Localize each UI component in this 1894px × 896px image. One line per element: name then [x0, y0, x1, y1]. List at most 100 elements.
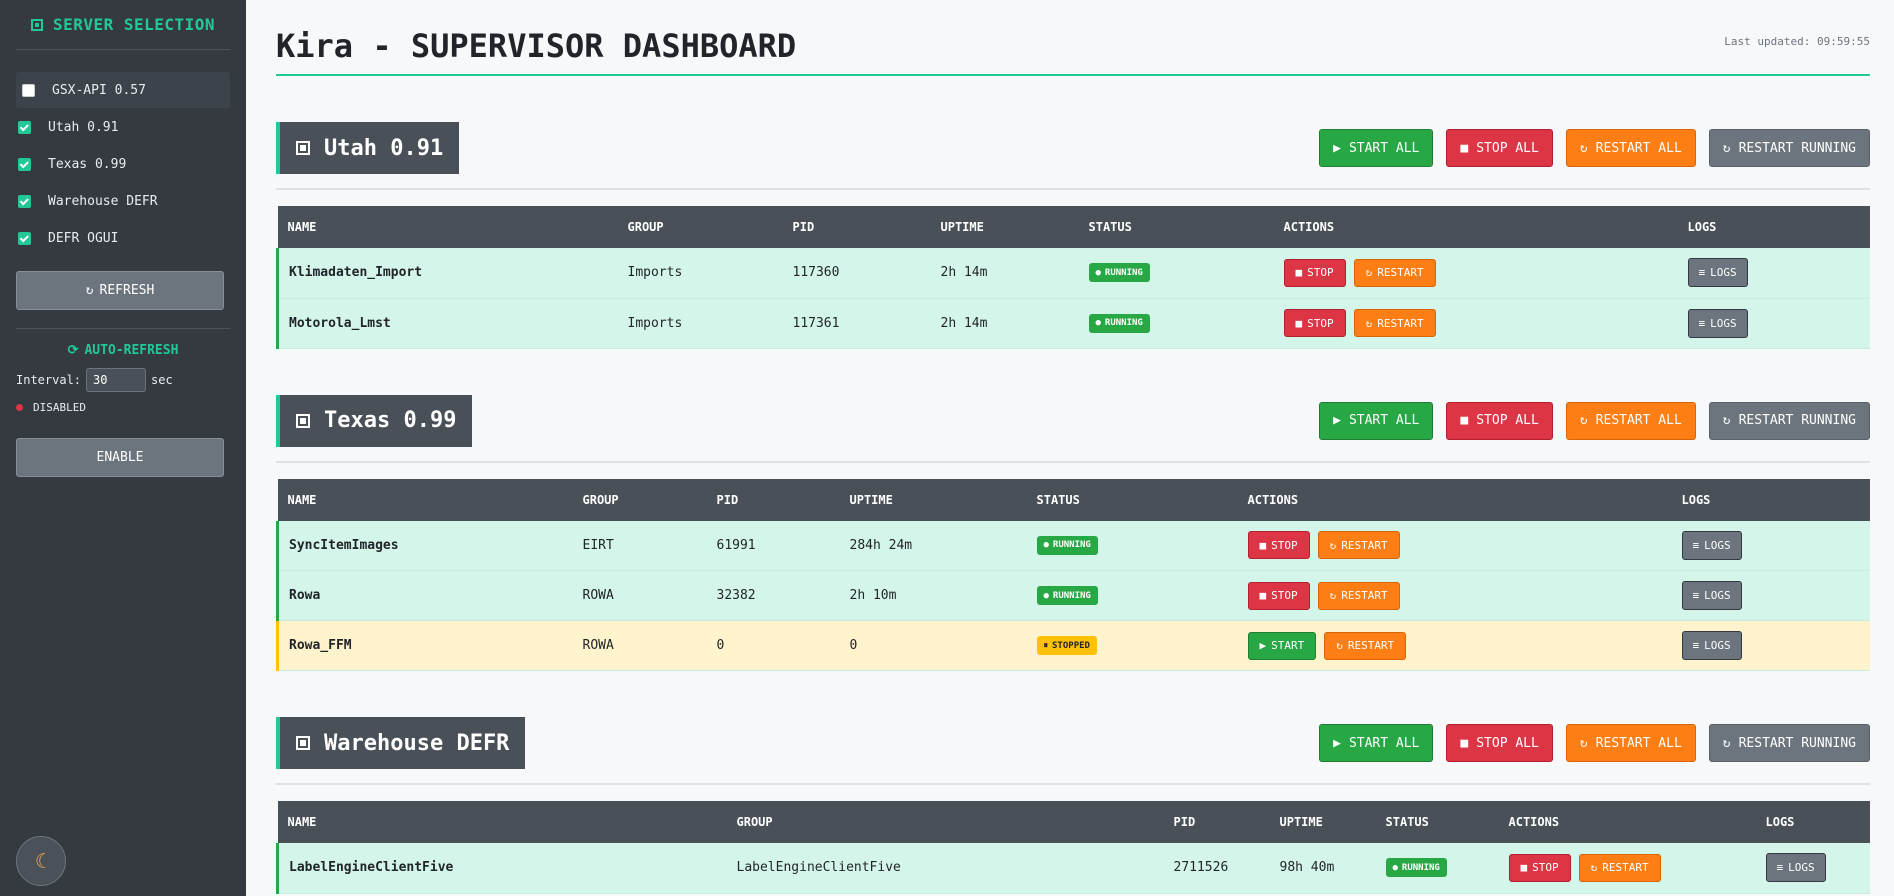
restart-button[interactable]: ↻ RESTART: [1578, 853, 1661, 882]
server-icon: [296, 413, 310, 428]
restart-button[interactable]: ↻ RESTART: [1324, 631, 1407, 660]
process-group: ROWA: [582, 638, 614, 653]
column-header: GROUP: [582, 492, 619, 507]
status-badge: ● RUNNING: [1088, 263, 1150, 283]
theme-toggle-button[interactable]: ☾: [16, 836, 66, 886]
checkbox[interactable]: [22, 83, 35, 97]
server-option-defr-ogui[interactable]: DEFR OGUI: [16, 220, 230, 256]
status-badge: ● RUNNING: [1088, 313, 1150, 333]
restart-all-button[interactable]: ↻ RESTART ALL: [1565, 401, 1696, 440]
divider: [16, 328, 230, 329]
start-button[interactable]: ▶ START: [1247, 631, 1317, 660]
logs-button[interactable]: ≡ LOGS: [1687, 308, 1748, 338]
server-option-utah[interactable]: Utah 0.91: [16, 109, 230, 145]
logs-label: LOGS: [1710, 316, 1737, 330]
restart-all-label: RESTART ALL: [1595, 140, 1682, 156]
restart-label: RESTART: [1377, 266, 1424, 280]
enable-button[interactable]: ENABLE: [16, 438, 224, 477]
interval-label: Interval:: [16, 373, 82, 387]
stop-button[interactable]: ■ STOP: [1247, 581, 1310, 610]
bulk-actions: ▶ START ALL ■ STOP ALL ↻ RESTART ALL ↻ RESTA…: [1319, 129, 1870, 167]
list-icon: ≡: [1692, 538, 1700, 552]
stop-all-button[interactable]: ■ STOP ALL: [1446, 724, 1553, 762]
server-option-label: DEFR OGUI: [48, 230, 119, 246]
column-header: STATUS: [1036, 492, 1080, 507]
column-header: ACTIONS: [1508, 815, 1560, 829]
restart-running-button[interactable]: ↻ RESTART RUNNING: [1708, 724, 1870, 762]
server-option-texas[interactable]: Texas 0.99: [16, 146, 230, 182]
logs-label: LOGS: [1704, 639, 1731, 652]
restart-button[interactable]: ↻ RESTART: [1317, 581, 1400, 610]
checkbox[interactable]: [18, 194, 31, 208]
table-row: LabelEngineClientFive LabelEngineClientF…: [276, 843, 1870, 893]
interval-unit: sec: [151, 373, 173, 387]
restart-button[interactable]: ↻ RESTART: [1353, 309, 1436, 337]
interval-input[interactable]: [86, 368, 147, 392]
column-header: LOGS: [1765, 815, 1795, 829]
process-group: LabelEngineClientFive: [736, 860, 901, 876]
bulk-actions: ▶ START ALL ■ STOP ALL ↻ RESTART ALL ↻ RESTA…: [1319, 724, 1870, 762]
refresh-button[interactable]: ↻ REFRESH: [16, 271, 224, 310]
restart-label: RESTART: [1341, 538, 1388, 552]
checkbox[interactable]: [18, 120, 31, 134]
actions-cell: ■ STOP ↻ RESTART: [1238, 521, 1672, 571]
column-header: NAME: [287, 492, 317, 507]
restart-all-button[interactable]: ↻ RESTART ALL: [1565, 129, 1696, 167]
last-updated: Last updated: 09:59:55: [1724, 35, 1870, 48]
restart-all-button[interactable]: ↻ RESTART ALL: [1565, 724, 1696, 762]
restart-running-label: RESTART RUNNING: [1738, 735, 1856, 751]
process-table: NAME GROUP PID UPTIME STATUS ACTIONS LOG…: [276, 801, 1870, 894]
auto-refresh-status: DISABLED: [16, 401, 230, 414]
stop-all-button[interactable]: ■ STOP ALL: [1446, 129, 1553, 167]
server-option-gsx-api[interactable]: GSX-API 0.57: [16, 72, 230, 108]
column-header: ACTIONS: [1247, 492, 1299, 507]
stop-label: STOP: [1307, 266, 1334, 280]
logs-cell: ≡ LOGS: [1678, 298, 1871, 348]
stop-icon: ■: [1460, 735, 1469, 751]
restart-all-label: RESTART ALL: [1595, 735, 1682, 751]
column-header: STATUS: [1385, 815, 1429, 829]
stop-button[interactable]: ■ STOP: [1283, 258, 1346, 287]
restart-button[interactable]: ↻ RESTART: [1353, 258, 1436, 287]
stop-all-button[interactable]: ■ STOP ALL: [1446, 401, 1553, 440]
status-text: RUNNING: [1052, 540, 1091, 551]
process-pid: 117360: [792, 265, 840, 281]
server-option-label: Texas 0.99: [48, 156, 127, 172]
restart-icon: ↻: [1329, 538, 1337, 552]
server-section-texas: Texas 0.99 ▶ START ALL ■ STOP ALL ↻ RESTART…: [276, 394, 1870, 672]
logs-button[interactable]: ≡ LOGS: [1681, 530, 1742, 560]
server-option-warehouse-defr[interactable]: Warehouse DEFR: [16, 183, 230, 219]
stop-button[interactable]: ■ STOP: [1247, 531, 1310, 560]
logs-button[interactable]: ≡ LOGS: [1681, 631, 1742, 660]
restart-icon: ↻: [1336, 639, 1343, 652]
process-name: Rowa: [276, 570, 573, 621]
start-all-button[interactable]: ▶ START ALL: [1319, 724, 1434, 762]
restart-button[interactable]: ↻ RESTART: [1317, 531, 1400, 560]
table-row: Klimadaten_Import Imports 117360 2h 14m …: [276, 248, 1870, 298]
process-uptime: 284h 24m: [849, 537, 913, 553]
section-title: Texas 0.99: [276, 394, 473, 447]
checkbox[interactable]: [18, 157, 31, 171]
start-all-button[interactable]: ▶ START ALL: [1319, 401, 1434, 440]
status-cell: ● RUNNING: [1079, 248, 1274, 298]
column-header: UPTIME: [940, 220, 984, 234]
status-cell: ● RUNNING: [1376, 843, 1499, 893]
logs-button[interactable]: ≡ LOGS: [1765, 853, 1826, 883]
server-list: GSX-API 0.57 Utah 0.91 Texas 0.99 Wareho…: [16, 50, 230, 256]
start-all-button[interactable]: ▶ START ALL: [1319, 129, 1434, 167]
process-uptime: 2h 14m: [940, 315, 988, 331]
logs-button[interactable]: ≡ LOGS: [1681, 581, 1742, 610]
auto-refresh-status-text: DISABLED: [33, 401, 86, 414]
stop-all-label: STOP ALL: [1476, 140, 1539, 156]
stop-button[interactable]: ■ STOP: [1283, 309, 1346, 337]
restart-icon: ↻: [1722, 735, 1731, 751]
stop-button[interactable]: ■ STOP: [1508, 853, 1571, 882]
restart-running-button[interactable]: ↻ RESTART RUNNING: [1708, 401, 1870, 440]
logs-button[interactable]: ≡ LOGS: [1687, 258, 1748, 288]
section-title-text: Texas 0.99: [324, 408, 457, 433]
stop-icon: ■: [1259, 589, 1267, 602]
restart-running-button[interactable]: ↻ RESTART RUNNING: [1708, 129, 1870, 167]
auto-refresh-title: ⟳ AUTO-REFRESH: [16, 341, 230, 359]
checkbox[interactable]: [18, 231, 31, 245]
restart-icon: ↻: [1365, 316, 1373, 330]
